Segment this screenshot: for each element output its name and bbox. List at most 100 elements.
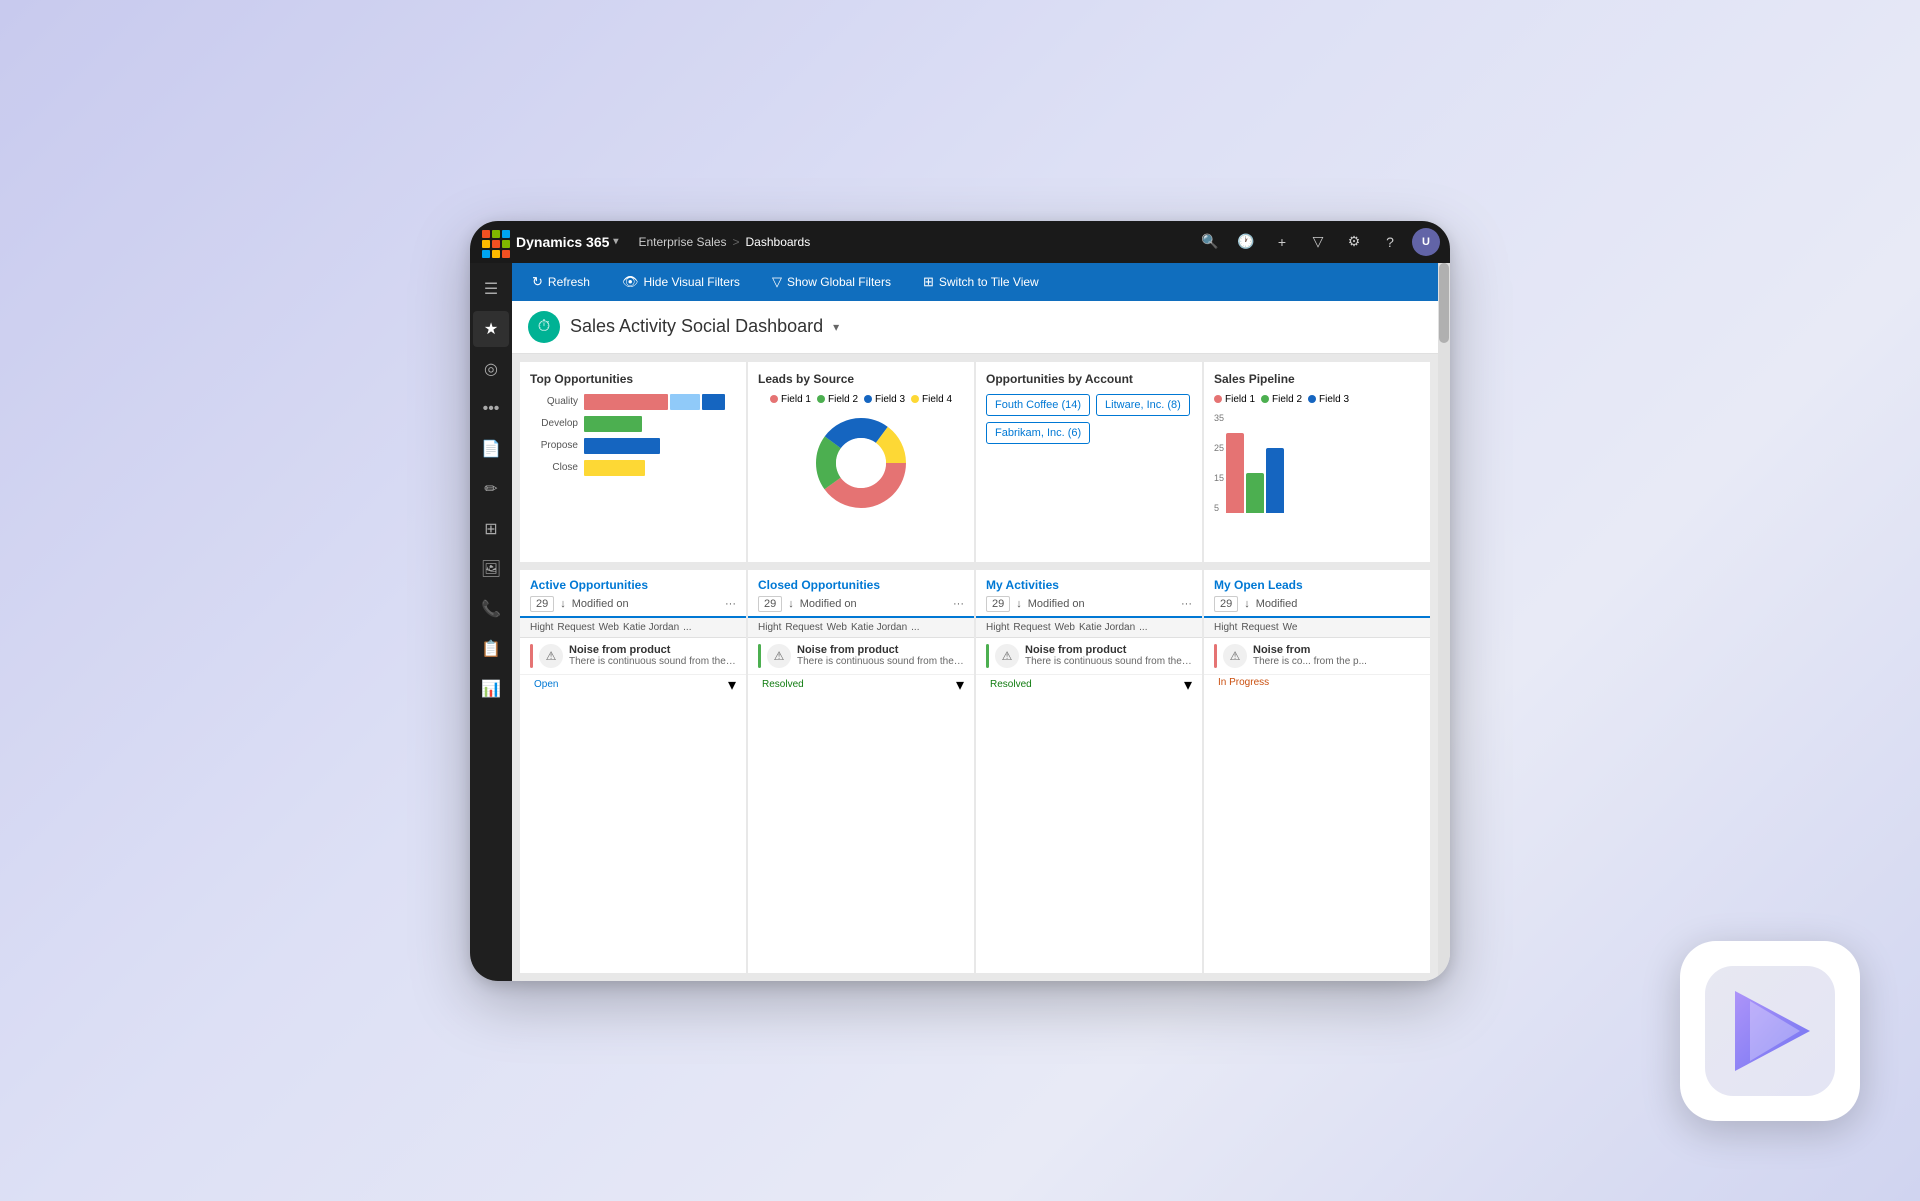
active-opp-footer: Open ▾ [520, 675, 746, 699]
help-icon[interactable]: ? [1376, 228, 1404, 256]
legend-label-3: Field 3 [875, 394, 905, 405]
expand-icon-3[interactable]: ▾ [1184, 675, 1192, 695]
sidebar-item-recent[interactable]: ◎ [473, 351, 509, 387]
my-activities-header: My Activities 29 ↓ Modified on ··· [976, 570, 1202, 618]
item-desc-2: There is continuous sound from the print… [797, 656, 964, 667]
search-icon[interactable]: 🔍 [1196, 228, 1224, 256]
sidebar-item-menu[interactable]: ☰ [473, 271, 509, 307]
show-global-filters-button[interactable]: ▽ Show Global Filters [764, 270, 899, 294]
switch-view-label: Switch to Tile View [939, 275, 1039, 289]
switch-view-button[interactable]: ⊞ Switch to Tile View [915, 270, 1047, 294]
closed-opp-more-icon[interactable]: ··· [953, 598, 964, 610]
legend-field3: Field 3 [864, 394, 905, 405]
sidebar-item-image[interactable]: 🖼 [473, 551, 509, 587]
donut-svg [811, 413, 911, 513]
breadcrumb-separator: > [732, 235, 739, 249]
closed-opp-cols: Hight Request Web Katie Jordan ... [748, 618, 974, 638]
col-hight-4: Hight [1214, 622, 1237, 633]
toolbar: ↻ Refresh 👁 Hide Visual Filters ▽ Show G… [512, 263, 1438, 301]
sidebar-item-edit[interactable]: ✏ [473, 471, 509, 507]
expand-icon-2[interactable]: ▾ [956, 675, 964, 695]
pipeline-legend-1: Field 1 [1214, 394, 1255, 405]
col-hight-2: Hight [758, 622, 781, 633]
pipeline-label-2: Field 2 [1272, 394, 1302, 405]
hide-filters-button[interactable]: 👁 Hide Visual Filters [614, 270, 748, 294]
list-grid: Active Opportunities 29 ↓ Modified on ··… [512, 570, 1438, 981]
breadcrumb: Enterprise Sales > Dashboards [638, 235, 810, 249]
bar-label-develop: Develop [530, 418, 578, 429]
item-desc: There is continuous sound from the print… [569, 656, 736, 667]
d365-logo-svg [1705, 966, 1835, 1096]
filter-icon[interactable]: ▽ [1304, 228, 1332, 256]
scroll-bar[interactable] [1438, 263, 1450, 981]
eye-icon: 👁 [622, 274, 639, 290]
bar-label-quality: Quality [530, 396, 578, 407]
my-leads-item[interactable]: ⚠ Noise from There is co... from the p..… [1204, 638, 1430, 675]
sidebar-item-phone[interactable]: 📞 [473, 591, 509, 627]
bar-label-propose: Propose [530, 440, 578, 451]
vbar-y-axis: 3525155 [1214, 413, 1224, 513]
sidebar-item-page[interactable]: 📄 [473, 431, 509, 467]
account-btn-litware[interactable]: Litware, Inc. (8) [1096, 394, 1190, 416]
waffle-icon[interactable] [480, 228, 508, 256]
item-content-2: Noise from product There is continuous s… [797, 644, 964, 667]
donut-container: Field 1 Field 2 Field 3 [758, 394, 964, 513]
breadcrumb-current[interactable]: Dashboards [746, 235, 811, 249]
active-opp-sort-label: Modified on [572, 598, 629, 610]
my-activities-toolbar: 29 ↓ Modified on ··· [986, 596, 1192, 612]
expand-icon[interactable]: ▾ [728, 675, 736, 695]
item-title-3: Noise from product [1025, 644, 1192, 656]
nav-icons: 🔍 🕐 + ▽ ⚙ ? U [1196, 228, 1440, 256]
app-title[interactable]: Dynamics 365 ▾ [516, 234, 618, 250]
settings-icon[interactable]: ⚙ [1340, 228, 1368, 256]
user-avatar[interactable]: U [1412, 228, 1440, 256]
breadcrumb-parent[interactable]: Enterprise Sales [638, 235, 726, 249]
sidebar-item-chart[interactable]: 📊 [473, 671, 509, 707]
sidebar-item-grid[interactable]: ⊞ [473, 511, 509, 547]
my-activities-more-icon[interactable]: ··· [1181, 598, 1192, 610]
col-request-3: Request [1013, 622, 1050, 633]
closed-opp-item[interactable]: ⚠ Noise from product There is continuous… [748, 638, 974, 675]
account-btn-fabrikam[interactable]: Fabrikam, Inc. (6) [986, 422, 1090, 444]
legend-dot-4 [911, 395, 919, 403]
item-content: Noise from product There is continuous s… [569, 644, 736, 667]
my-activities-sort-label: Modified on [1028, 598, 1085, 610]
active-opp-more-icon[interactable]: ··· [725, 598, 736, 610]
new-icon[interactable]: + [1268, 228, 1296, 256]
legend-dot-1 [770, 395, 778, 403]
item-icon-3: ⚠ [995, 644, 1019, 668]
tile-icon: ⊞ [923, 274, 934, 290]
sidebar-item-more[interactable]: ••• [473, 391, 509, 427]
sidebar-item-home[interactable]: ★ [473, 311, 509, 347]
refresh-button[interactable]: ↻ Refresh [524, 270, 598, 294]
opportunities-by-account-chart: Opportunities by Account Fouth Coffee (1… [976, 362, 1202, 562]
bar-row-close: Close [530, 460, 736, 476]
content: ↻ Refresh 👁 Hide Visual Filters ▽ Show G… [512, 263, 1438, 981]
sidebar-item-doc[interactable]: 📋 [473, 631, 509, 667]
opp-by-account-title: Opportunities by Account [986, 372, 1192, 386]
dashboard-header: ⏱ Sales Activity Social Dashboard ▾ [512, 301, 1438, 354]
legend-label-2: Field 2 [828, 394, 858, 405]
my-activities-item[interactable]: ⚠ Noise from product There is continuous… [976, 638, 1202, 675]
history-icon[interactable]: 🕐 [1232, 228, 1260, 256]
active-opp-item[interactable]: ⚠ Noise from product There is continuous… [520, 638, 746, 675]
account-btn-fouth[interactable]: Fouth Coffee (14) [986, 394, 1090, 416]
item-title-2: Noise from product [797, 644, 964, 656]
col-request-2: Request [785, 622, 822, 633]
scroll-thumb[interactable] [1439, 263, 1449, 343]
legend-field4: Field 4 [911, 394, 952, 405]
leads-legend: Field 1 Field 2 Field 3 [770, 394, 952, 405]
legend-field2: Field 2 [817, 394, 858, 405]
dashboard-chevron-icon[interactable]: ▾ [833, 320, 839, 334]
vbar-blue [1266, 448, 1284, 513]
my-leads-title: My Open Leads [1214, 578, 1420, 592]
pipeline-legend: Field 1 Field 2 Field 3 [1214, 394, 1420, 405]
pipeline-legend-3: Field 3 [1308, 394, 1349, 405]
dashboard-icon: ⏱ [528, 311, 560, 343]
pipeline-dot-1 [1214, 395, 1222, 403]
my-leads-sort-label: Modified [1256, 598, 1298, 610]
item-icon: ⚠ [539, 644, 563, 668]
funnel-icon: ▽ [772, 274, 782, 290]
sidebar: ☰ ★ ◎ ••• 📄 ✏ ⊞ 🖼 📞 📋 📊 [470, 263, 512, 981]
col-web-2: Web [827, 622, 847, 633]
